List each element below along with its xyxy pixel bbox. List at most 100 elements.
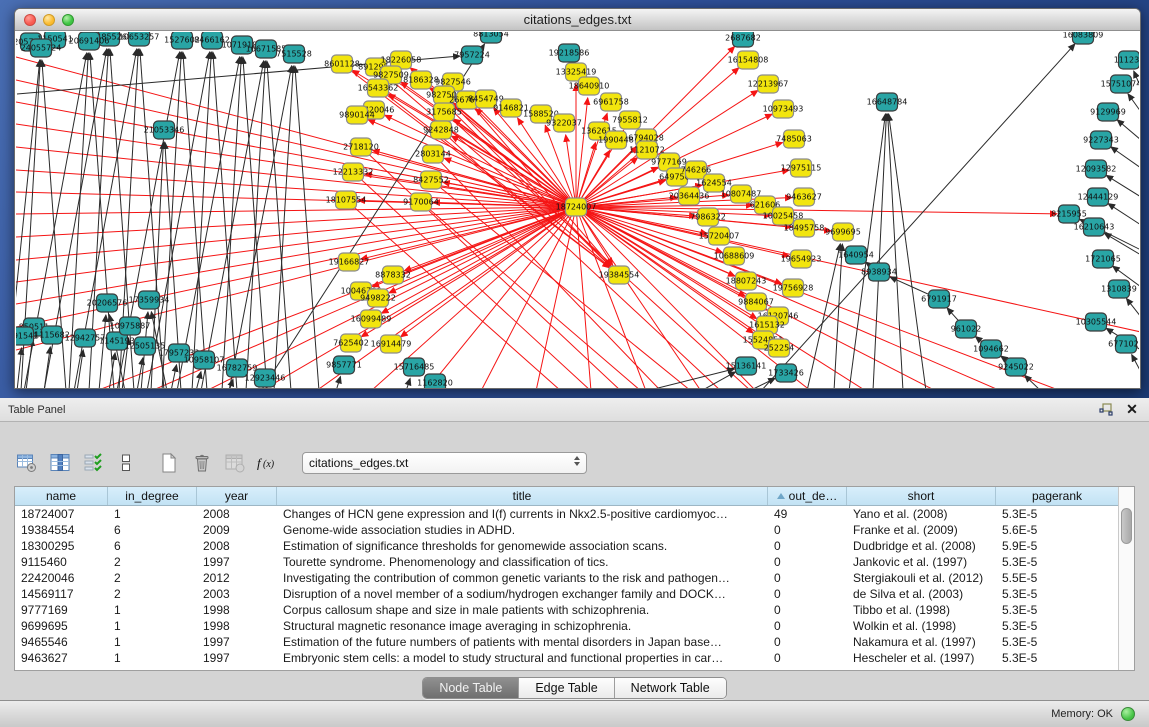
graph-node[interactable]: 12444129 [1078,188,1119,206]
graph-node[interactable]: 9857771 [326,356,362,374]
graph-edge[interactable] [16,207,576,282]
graph-node[interactable]: 1162820 [417,374,453,388]
tab-node-table[interactable]: Node Table [423,678,519,698]
graph-node[interactable]: 15716485 [394,358,435,376]
graph-node[interactable]: 8601128 [324,55,360,73]
graph-node[interactable]: 19218586 [549,44,590,62]
graph-edge[interactable] [1025,375,1041,388]
graph-node[interactable]: 8813054 [473,32,509,43]
graph-edge[interactable] [295,66,319,388]
graph-node[interactable]: 21053346 [144,121,185,139]
graph-node[interactable]: 6791917 [921,290,957,308]
graph-edge[interactable] [536,207,576,388]
vertical-scrollbar[interactable] [1118,487,1134,670]
graph-node[interactable]: 9699695 [825,223,861,241]
table-row[interactable]: 946554611997Estimation of the future num… [15,634,1118,650]
graph-node[interactable]: 19654923 [781,250,822,268]
graph-node[interactable]: 1310839 [1101,280,1137,298]
graph-node[interactable]: 1721065 [1085,250,1121,268]
graph-node[interactable]: 9463627 [786,188,822,206]
graph-edge[interactable] [361,207,576,259]
graph-edge[interactable] [701,372,736,388]
graph-edge[interactable] [16,207,576,214]
graph-node[interactable]: 10305544 [1076,313,1117,331]
graph-edge[interactable] [888,114,903,388]
graph-edge[interactable] [274,66,293,388]
graph-node[interactable]: 2687682 [725,32,761,47]
graph-edge[interactable] [1117,120,1139,140]
column-header-year[interactable]: year [197,487,277,505]
graph-node[interactable]: 16648784 [867,93,908,111]
graph-node[interactable]: 252254 [764,339,795,357]
graph-edge[interactable] [646,369,734,388]
graph-node[interactable]: 16154808 [728,51,769,69]
network-file-select[interactable]: citations_edges.txt [302,452,587,474]
graph-edge[interactable] [406,378,410,388]
table-row[interactable]: 2242004622012Investigating the contribut… [15,570,1118,586]
table-row[interactable]: 911546021997Tourette syndrome. Phenomeno… [15,554,1118,570]
graph-node[interactable]: 12213332 [333,163,374,181]
graph-node[interactable]: 961022 [951,320,982,338]
table-row[interactable]: 969969511998Structural magnetic resonanc… [15,618,1118,634]
graph-node[interactable]: 20206576 [87,294,128,312]
graph-node[interactable]: 8938934 [861,263,897,281]
graph-edge[interactable] [889,114,926,388]
graph-node[interactable]: 7986322 [690,208,726,226]
graph-node[interactable]: 7957224 [454,46,490,64]
column-header-out_de[interactable]: out_de… [768,487,847,505]
graph-edge[interactable] [481,207,576,388]
column-header-short[interactable]: short [847,487,996,505]
table-settings-icon[interactable] [14,450,40,476]
table-row[interactable]: 946362711997Embryonic stem cells: a mode… [15,650,1118,666]
row-height-icon[interactable] [113,450,139,476]
graph-edge[interactable] [576,207,1139,332]
graph-node[interactable]: 15136141 [726,357,767,375]
table-row[interactable]: 1456911722003Disruption of a novel membe… [15,586,1118,602]
graph-node[interactable]: 7955812 [612,111,648,129]
tab-edge-table[interactable]: Edge Table [519,678,614,698]
graph-edge[interactable] [1128,94,1139,112]
select-columns-icon[interactable] [80,450,106,476]
table-row[interactable]: 1830029562008Estimation of significance … [15,538,1118,554]
delete-icon[interactable] [189,450,215,476]
graph-edge[interactable] [196,372,201,388]
graph-node[interactable]: 12213967 [748,75,789,93]
graph-node[interactable]: 18107554 [326,191,367,209]
graph-node[interactable]: 7485063 [776,130,812,148]
graph-node[interactable]: 16914479 [371,335,412,353]
graph-node[interactable]: 2718120 [343,138,379,156]
graph-edge[interactable] [371,207,576,388]
graph-node[interactable]: 10653257 [119,32,160,46]
graph-node[interactable]: 16083809 [1063,32,1104,44]
import-table-icon[interactable] [222,450,248,476]
graph-node[interactable]: 6771026 [1108,335,1139,353]
network-window-titlebar[interactable]: citations_edges.txt [15,9,1140,31]
graph-node[interactable]: 2803144 [415,145,451,163]
float-window-icon[interactable] [1097,402,1115,418]
graph-node[interactable]: 15751074 [1101,75,1139,93]
close-panel-icon[interactable]: ✕ [1123,402,1141,418]
column-header-title[interactable]: title [277,487,768,505]
graph-edge[interactable] [336,376,340,388]
graph-edge[interactable] [44,347,50,388]
graph-node[interactable]: 1094662 [973,340,1009,358]
graph-node[interactable]: 12093582 [1076,160,1117,178]
column-header-in_degree[interactable]: in_degree [108,487,197,505]
column-header-name[interactable]: name [15,487,108,505]
graph-node[interactable]: 9227343 [1083,131,1119,149]
graph-node[interactable]: 1640954 [838,246,874,264]
tab-network-table[interactable]: Network Table [615,678,726,698]
graph-node[interactable]: 10688609 [714,247,755,265]
table-row[interactable]: 1938455462009Genome-wide association stu… [15,522,1118,538]
graph-edge[interactable] [171,365,177,388]
new-object-icon[interactable] [156,450,182,476]
column-header-pagerank[interactable]: pagerank [996,487,1118,505]
graph-edge[interactable] [17,348,22,388]
graph-node[interactable]: 16099489 [351,310,392,328]
table-column-icon[interactable] [47,450,73,476]
table-row[interactable]: 977716911998Corpus callosum shape and si… [15,602,1118,618]
graph-edge[interactable] [1132,355,1139,372]
graph-node[interactable]: 9129969 [1090,103,1126,121]
graph-node[interactable]: 6961758 [593,93,629,111]
function-builder-icon[interactable]: f(x) [255,450,281,476]
